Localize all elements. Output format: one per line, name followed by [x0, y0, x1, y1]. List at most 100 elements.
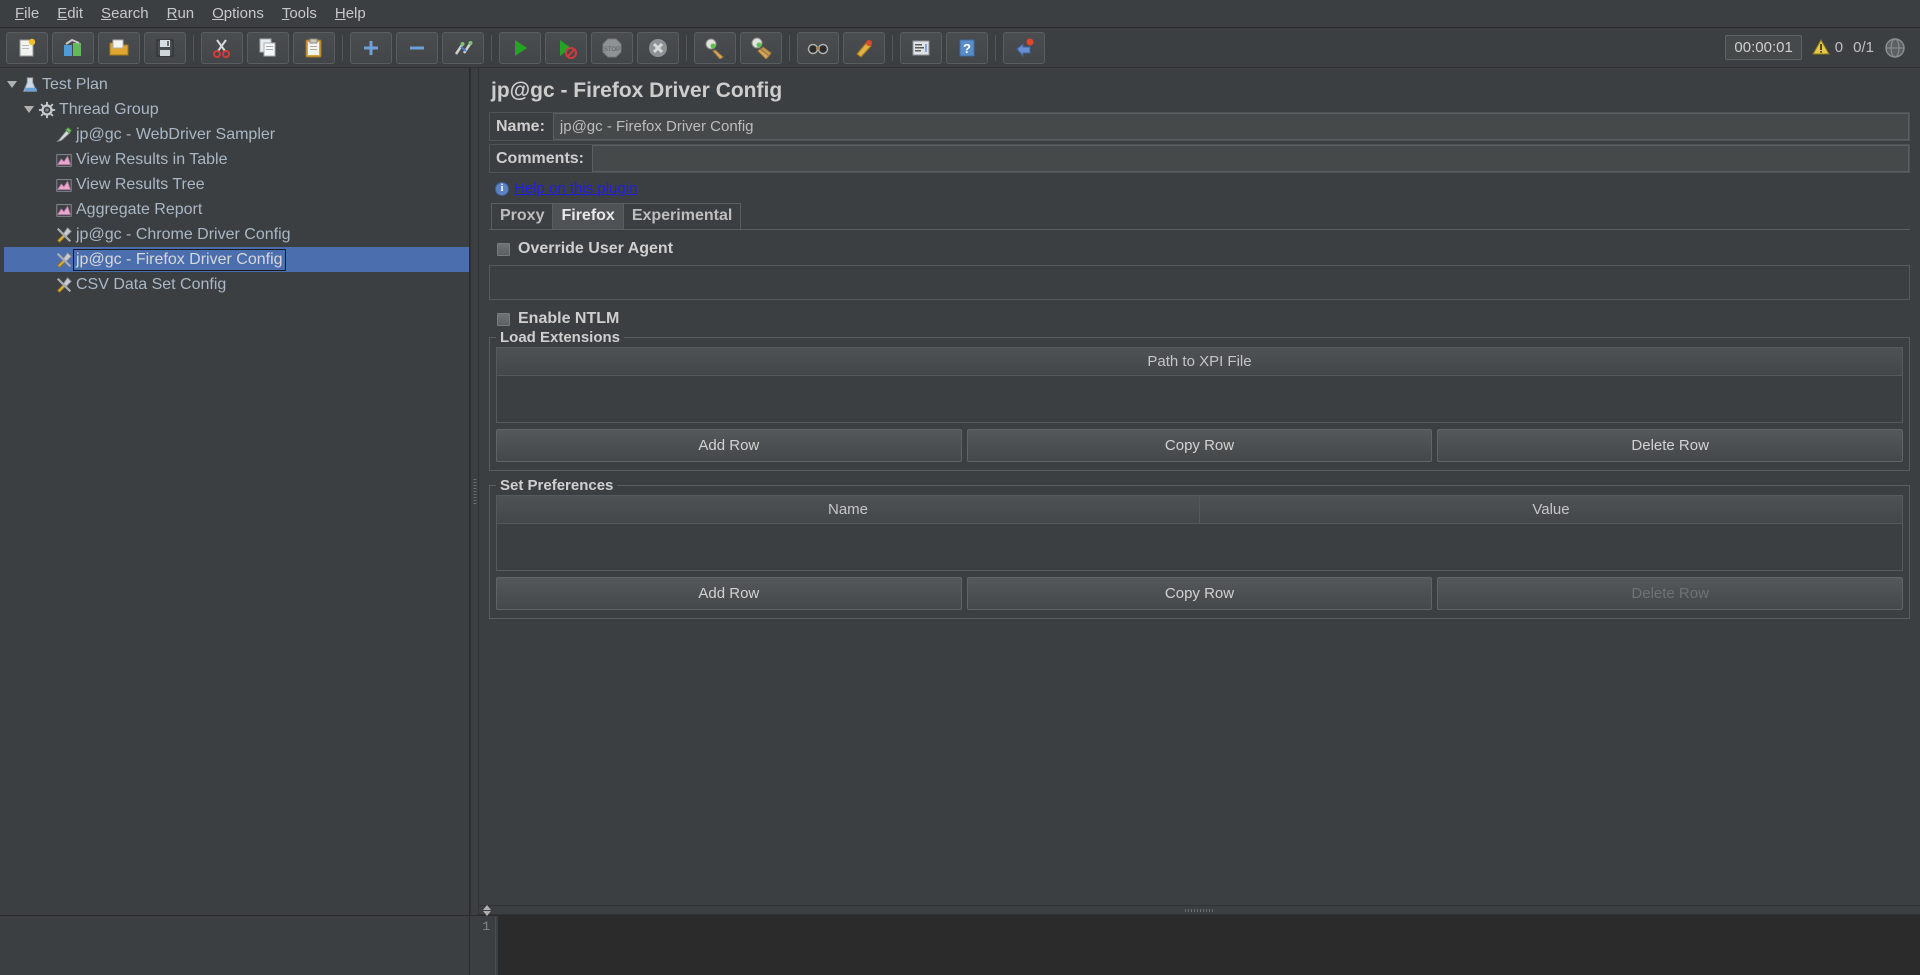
override-user-agent-label: Override User Agent	[518, 240, 674, 257]
expand-all-button[interactable]	[350, 31, 392, 64]
shutdown-button[interactable]	[637, 31, 679, 64]
menu-options[interactable]: Options	[203, 2, 273, 25]
warning-indicator[interactable]: 0	[1811, 39, 1844, 56]
cut-button[interactable]	[201, 31, 243, 64]
set-preferences-buttons: Add Row Copy Row Delete Row	[496, 577, 1904, 610]
set-preferences-table[interactable]: Name Value	[496, 495, 1903, 571]
expand-toggle-icon[interactable]	[21, 106, 37, 113]
stop-button[interactable]: STOP	[591, 31, 633, 64]
clear-button[interactable]	[694, 31, 736, 64]
toolbar-separator	[193, 34, 194, 61]
log-output[interactable]	[496, 916, 1920, 975]
search-button[interactable]	[797, 31, 839, 64]
main-split: Test Plan Thread Group jp@gc - WebDriver S…	[0, 68, 1920, 916]
set-preferences-copy-row-button[interactable]: Copy Row	[966, 577, 1433, 610]
tree-node-aggregate-report[interactable]: Aggregate Report	[4, 197, 469, 222]
expand-toggle-icon[interactable]	[4, 81, 20, 88]
tree-node-label: View Results in Table	[76, 150, 228, 168]
tree-node-view-results-tree[interactable]: View Results Tree	[4, 172, 469, 197]
menu-edit[interactable]: Edit	[48, 2, 92, 25]
listener-icon	[54, 201, 74, 219]
override-user-agent-row[interactable]: Override User Agent	[489, 236, 1910, 262]
templates-button[interactable]	[52, 31, 94, 64]
override-user-agent-checkbox[interactable]	[497, 242, 510, 256]
undo-button[interactable]	[1003, 31, 1045, 64]
expand-all-icon	[364, 40, 378, 55]
load-extensions-table-body[interactable]	[497, 376, 1902, 422]
tree-node-label: jp@gc - Firefox Driver Config	[73, 248, 286, 271]
tree-node-test-plan[interactable]: Test Plan	[4, 72, 469, 97]
collapse-down-arrow-icon[interactable]	[483, 911, 491, 916]
clear-all-button[interactable]	[740, 31, 782, 64]
load-extensions-table-header: Path to XPI File	[497, 348, 1902, 376]
open-button[interactable]	[98, 31, 140, 64]
set-preferences-add-row-button[interactable]: Add Row	[496, 577, 962, 610]
load-extensions-column-header[interactable]: Path to XPI File	[497, 348, 1902, 375]
start-button[interactable]	[499, 31, 541, 64]
load-extensions-buttons: Add Row Copy Row Delete Row	[496, 429, 1904, 462]
tree-node-label: Thread Group	[59, 100, 159, 118]
set-preferences-column-header[interactable]: Name	[497, 496, 1200, 523]
right-column: jp@gc - Firefox Driver Config Name: Comm…	[479, 68, 1920, 916]
start-no-timers-icon	[560, 39, 577, 59]
stop-icon: STOP	[602, 38, 622, 57]
comments-input[interactable]	[592, 145, 1909, 172]
name-input[interactable]	[552, 113, 1909, 140]
collapse-all-button[interactable]	[396, 31, 438, 64]
menu-tools[interactable]: Tools	[273, 2, 326, 25]
log-left-filler	[0, 916, 470, 975]
load-extensions-table[interactable]: Path to XPI File	[496, 347, 1903, 423]
reset-search-button[interactable]	[843, 31, 885, 64]
horizontal-splitter[interactable]	[479, 905, 1920, 916]
toggle-button[interactable]	[442, 31, 484, 64]
set-preferences-column-header[interactable]: Value	[1200, 496, 1902, 523]
menu-run[interactable]: Run	[158, 2, 204, 25]
collapse-all-icon	[410, 46, 424, 49]
collapse-up-arrow-icon[interactable]	[483, 905, 491, 910]
tree-node-jp-gc-chrome-driver-config[interactable]: jp@gc - Chrome Driver Config	[4, 222, 469, 247]
help-on-this-plugin-link[interactable]: Help on this plugin	[514, 180, 637, 197]
active-threads-count: 0/1	[1853, 39, 1874, 56]
new-button[interactable]	[6, 31, 48, 64]
set-preferences-table-body[interactable]	[497, 524, 1902, 570]
tree-node-label: Aggregate Report	[76, 200, 203, 218]
load-extensions-delete-row-button[interactable]: Delete Row	[1437, 429, 1904, 462]
vertical-splitter[interactable]	[470, 68, 479, 915]
save-button[interactable]	[144, 31, 186, 64]
tree-node-csv-data-set-config[interactable]: CSV Data Set Config	[4, 272, 469, 297]
templates-icon	[64, 38, 81, 56]
load-extensions-copy-row-button[interactable]: Copy Row	[966, 429, 1433, 462]
log-panel: 1	[0, 915, 1920, 975]
function-helper-button[interactable]	[900, 31, 942, 64]
menu-file[interactable]: File	[6, 2, 48, 25]
start-no-timers-button[interactable]	[545, 31, 587, 64]
tab-firefox[interactable]: Firefox	[552, 203, 624, 229]
test-plan-tree[interactable]: Test Plan Thread Group jp@gc - WebDriver S…	[0, 68, 469, 297]
config-icon	[54, 276, 74, 294]
tree-node-jp-gc-firefox-driver-config[interactable]: jp@gc - Firefox Driver Config	[4, 247, 469, 272]
info-icon: i	[495, 181, 509, 196]
menu-help[interactable]: Help	[326, 2, 375, 25]
hsplitter-grip	[1184, 908, 1215, 912]
user-agent-input[interactable]	[489, 265, 1910, 300]
load-extensions-add-row-button[interactable]: Add Row	[496, 429, 962, 462]
tree-node-thread-group[interactable]: Thread Group	[4, 97, 469, 122]
listener-icon	[54, 151, 74, 169]
tree-node-jp-gc-webdriver-sampler[interactable]: jp@gc - WebDriver Sampler	[4, 122, 469, 147]
enable-ntlm-checkbox[interactable]	[497, 312, 510, 326]
config-tabs: Proxy Firefox Experimental	[489, 203, 1910, 230]
enable-ntlm-row[interactable]: Enable NTLM	[489, 306, 1910, 332]
comments-field-row: Comments:	[489, 144, 1910, 173]
splitter-arrows[interactable]	[483, 905, 491, 916]
warning-count: 0	[1834, 39, 1844, 56]
tab-proxy[interactable]: Proxy	[491, 203, 554, 229]
threads-globe-icon	[1885, 37, 1905, 58]
paste-button[interactable]	[293, 31, 335, 64]
tree-node-label: jp@gc - WebDriver Sampler	[76, 125, 276, 143]
help-button[interactable]: ?	[946, 31, 988, 64]
tree-node-view-results-in-table[interactable]: View Results in Table	[4, 147, 469, 172]
copy-button[interactable]	[247, 31, 289, 64]
test-plan-tree-pane: Test Plan Thread Group jp@gc - WebDriver S…	[0, 68, 470, 915]
menu-search[interactable]: Search	[92, 2, 158, 25]
tab-experimental[interactable]: Experimental	[622, 203, 742, 229]
